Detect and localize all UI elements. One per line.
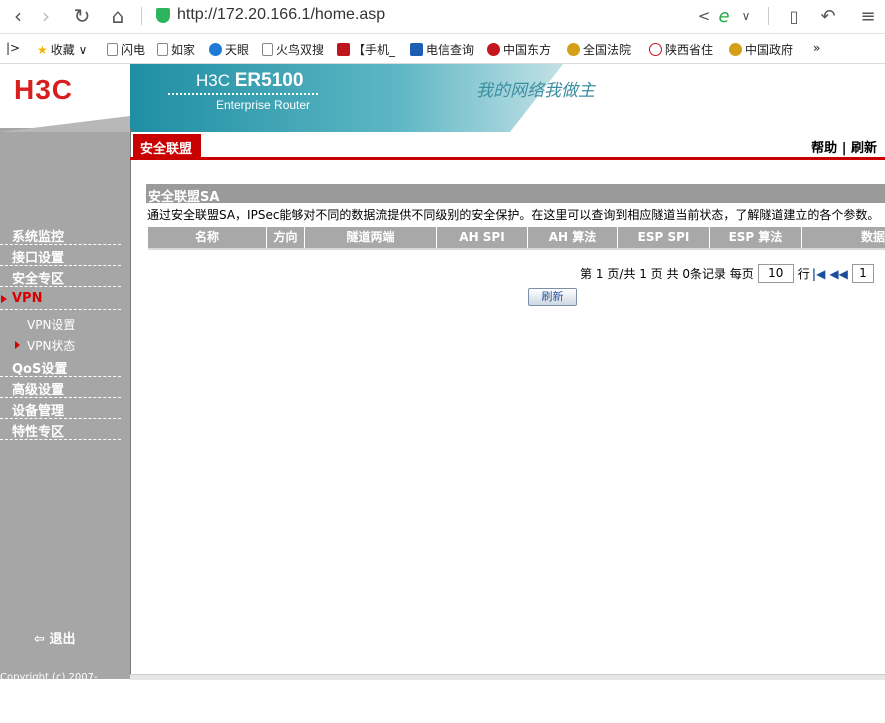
bookmark-item[interactable]: 【手机_ <box>337 41 395 58</box>
column-header[interactable]: 隧道两端 <box>305 227 437 248</box>
forward-icon[interactable]: › <box>34 4 58 28</box>
column-header[interactable]: 数据 <box>802 227 885 248</box>
column-header[interactable]: 名称 <box>148 227 267 248</box>
tab-bar: 安全联盟 帮助 | 刷新 <box>130 132 885 160</box>
tianyan-icon <box>209 43 222 56</box>
prev-page-icon[interactable]: ◀◀ <box>829 267 847 281</box>
product-banner: H3C ER5100 Enterprise Router 我的网络我做主 <box>130 64 885 132</box>
sidebar-item-security[interactable]: 安全专区 <box>0 266 121 287</box>
bookmark-item[interactable]: 如家 <box>157 41 195 58</box>
browser-toolbar: ‹ › ↻ ⌂ http://172.20.166.1/home.asp < e… <box>0 0 885 34</box>
pager: 第 1 页/共 1 页 共 0 条记录 每页 10 行 |◀ ◀◀ 1 <box>580 264 878 283</box>
bookmark-item[interactable]: 闪电 <box>107 41 145 58</box>
column-header[interactable]: 方向 <box>267 227 305 248</box>
mobile-icon <box>337 43 350 56</box>
page-icon <box>262 43 273 56</box>
sidebar-subitem-vpn-settings[interactable]: VPN设置 <box>27 316 75 333</box>
product-name: H3C ER5100 <box>196 70 304 91</box>
column-header[interactable]: AH SPI <box>437 227 528 248</box>
housing-icon <box>649 43 662 56</box>
browser-logo-icon[interactable]: e <box>712 4 736 28</box>
tab-security-association[interactable]: 安全联盟 <box>133 134 201 157</box>
top-links: 帮助 | 刷新 <box>811 141 877 156</box>
h3c-logo: H3C <box>14 74 74 105</box>
logout-icon: ⇦ <box>34 632 45 647</box>
refresh-link[interactable]: 刷新 <box>851 141 877 156</box>
tablet-icon[interactable]: ▯ <box>782 4 806 28</box>
sidebar-item-device[interactable]: 设备管理 <box>0 398 121 419</box>
product-subtitle: Enterprise Router <box>216 98 311 112</box>
bookmark-item[interactable]: 电信查询 <box>410 41 474 58</box>
sidebar-item-monitor[interactable]: 系统监控 <box>0 224 121 245</box>
bookmark-item[interactable]: 火鸟双搜 <box>262 41 324 58</box>
sidebar-subitem-vpn-status[interactable]: VPN状态 <box>14 337 75 354</box>
sidebar-item-qos[interactable]: QoS设置 <box>0 356 121 377</box>
undo-icon[interactable]: ↶ <box>816 4 840 28</box>
page-icon <box>107 43 118 56</box>
sidebar-item-features[interactable]: 特性专区 <box>0 419 121 440</box>
reload-icon[interactable]: ↻ <box>70 4 94 28</box>
section-title: 安全联盟SA <box>146 184 885 205</box>
column-header[interactable]: AH 算法 <box>528 227 618 248</box>
table-header: 名称 方向 隧道两端 AH SPI AH 算法 ESP SPI ESP 算法 数… <box>148 227 885 250</box>
airline-icon <box>487 43 500 56</box>
help-link[interactable]: 帮助 <box>811 141 837 156</box>
gov-emblem-icon <box>729 43 742 56</box>
telecom-icon <box>410 43 423 56</box>
bookmark-item[interactable]: 陕西省住 <box>649 41 713 58</box>
section-description: 通过安全联盟SA，IPSec能够对不同的数据流提供不同级别的安全保护。在这里可以… <box>147 208 880 222</box>
address-bar[interactable]: http://172.20.166.1/home.asp <box>148 4 768 28</box>
column-header[interactable]: ESP 算法 <box>710 227 802 248</box>
first-page-icon[interactable]: |◀ <box>812 267 826 281</box>
per-page-input[interactable]: 10 <box>757 264 794 283</box>
sidebar-item-advanced[interactable]: 高级设置 <box>0 377 121 398</box>
bookmarks-more[interactable]: » <box>813 41 820 55</box>
page-icon <box>157 43 168 56</box>
bookmark-item[interactable]: 全国法院 <box>567 41 631 58</box>
refresh-button[interactable]: 刷新 <box>528 288 577 306</box>
court-emblem-icon <box>567 43 580 56</box>
horizontal-scrollbar[interactable] <box>130 674 885 680</box>
bookmark-item[interactable]: 中国政府 <box>729 41 793 58</box>
sidebar: 系统监控 接口设置 安全专区 VPN VPN设置 VPN状态 QoS设置 高级设… <box>0 128 131 722</box>
router-page: H3C H3C ER5100 Enterprise Router 我的网络我做主… <box>0 64 885 722</box>
address-url[interactable]: http://172.20.166.1/home.asp <box>177 6 385 24</box>
sidebar-toggle-icon[interactable]: |> <box>6 41 20 55</box>
sidebar-item-interface[interactable]: 接口设置 <box>0 245 121 266</box>
column-header[interactable]: ESP SPI <box>618 227 710 248</box>
sidebar-item-vpn[interactable]: VPN <box>0 289 121 310</box>
slogan: 我的网络我做主 <box>476 81 595 101</box>
bookmark-item[interactable]: 中国东方 <box>487 41 551 58</box>
chevron-down-icon[interactable]: ∨ <box>734 4 758 28</box>
home-icon[interactable]: ⌂ <box>106 4 130 28</box>
logout-button[interactable]: ⇦ 退出 <box>34 628 75 647</box>
menu-icon[interactable]: ≡ <box>856 4 880 28</box>
bookmarks-bar: |> ★ 收藏 ∨ 闪电 如家 天眼 火鸟双搜 【手机_ 电信查询 中国东方 全国… <box>0 34 885 64</box>
bookmark-item[interactable]: 天眼 <box>209 41 249 58</box>
goto-page-input[interactable]: 1 <box>851 264 874 283</box>
bookmark-favorites[interactable]: ★ 收藏 ∨ <box>37 41 87 58</box>
back-icon[interactable]: ‹ <box>6 4 30 28</box>
secure-shield-icon <box>156 8 170 23</box>
star-icon: ★ <box>37 43 48 57</box>
